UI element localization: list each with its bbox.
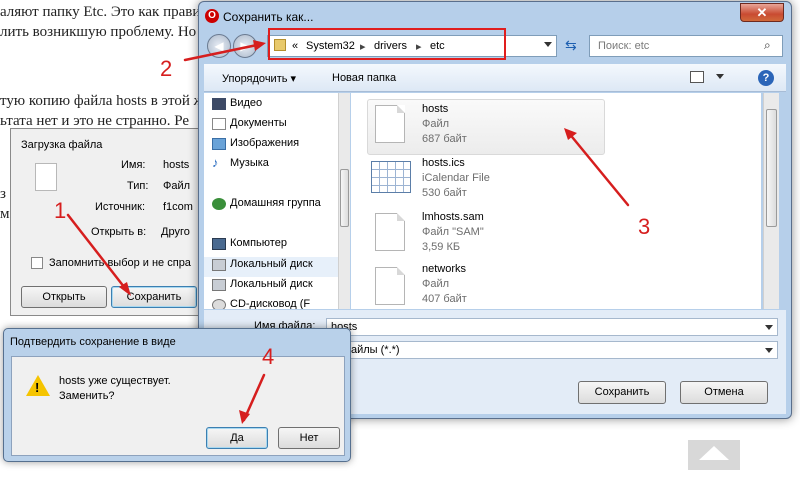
annotation-number-2: 2 bbox=[160, 56, 173, 81]
annotation-number-3: 3 bbox=[638, 214, 651, 239]
annotation-arrows bbox=[66, 40, 630, 424]
arrow-3 bbox=[566, 130, 630, 207]
arrow-2 bbox=[183, 42, 264, 62]
arrow-2-head bbox=[253, 40, 266, 51]
arrow-3-head bbox=[564, 128, 577, 140]
arrow-1 bbox=[66, 213, 130, 294]
annotation-number-1: 1 bbox=[54, 198, 67, 223]
annotation-number-4: 4 bbox=[262, 344, 275, 369]
